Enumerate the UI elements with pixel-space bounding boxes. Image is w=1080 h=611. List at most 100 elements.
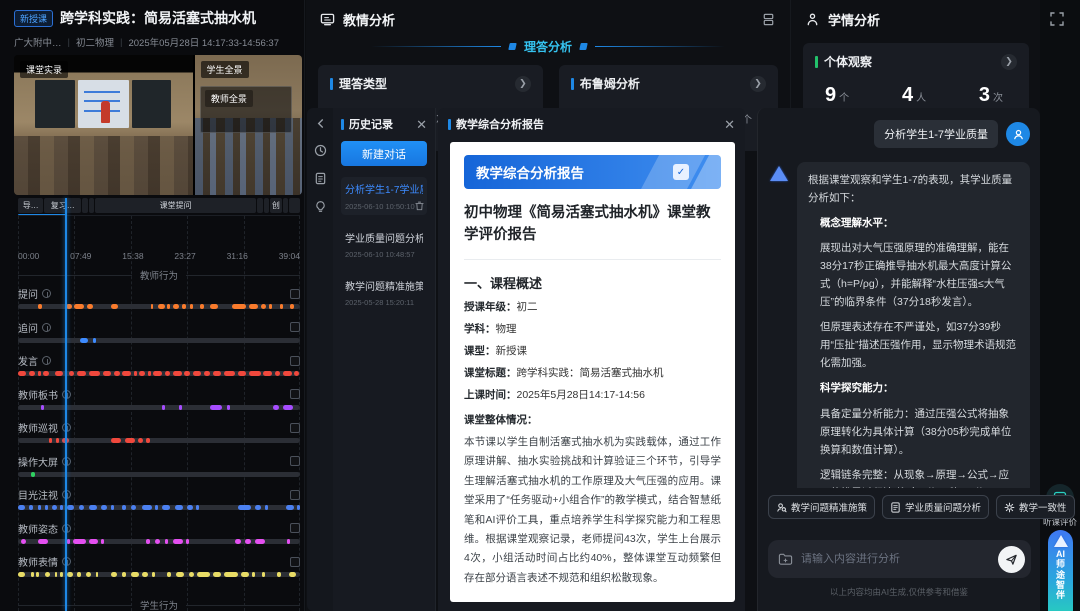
- chevron-right-icon[interactable]: ❯: [750, 76, 766, 92]
- segment-intro[interactable]: 导…: [18, 198, 43, 213]
- behavior-checkbox[interactable]: [290, 456, 300, 466]
- segment-small[interactable]: [283, 198, 289, 213]
- segment-small[interactable]: [89, 198, 95, 213]
- info-icon[interactable]: [42, 323, 51, 332]
- behavior-segment: [186, 539, 189, 544]
- segment-small[interactable]: [289, 198, 300, 213]
- behavior-track[interactable]: [18, 539, 300, 544]
- behavior-segment: [261, 304, 267, 309]
- behavior-label: 教师板书: [18, 387, 58, 402]
- metric-value: 9: [825, 84, 836, 107]
- segment-review[interactable]: 复习…: [44, 198, 81, 213]
- behavior-segment: [167, 572, 170, 577]
- chat-input[interactable]: [801, 553, 990, 565]
- behavior-checkbox[interactable]: [290, 356, 300, 366]
- segment-questioning[interactable]: 课堂提问: [95, 198, 256, 213]
- school-name: 广大附中…: [14, 35, 62, 49]
- teaching-analysis-icon: [320, 12, 335, 27]
- behavior-track[interactable]: [18, 505, 300, 510]
- history-item[interactable]: 学业质量问题分析 2025-06-10 10:48:57: [341, 226, 427, 263]
- behavior-track[interactable]: [18, 405, 300, 410]
- chip-teaching-strategy[interactable]: 教学问题精准施策: [768, 495, 875, 519]
- behavior-checkbox[interactable]: [290, 490, 300, 500]
- chat-scroll-area[interactable]: 分析学生1-7学业质量 根据课堂观察和学生1-7的表现，其学业质量分析如下： 概…: [768, 120, 1030, 488]
- report-doc-icon[interactable]: [314, 172, 327, 185]
- chevron-right-icon[interactable]: ❯: [1001, 54, 1017, 70]
- behavior-segment: [210, 405, 223, 410]
- fullscreen-button[interactable]: [1046, 8, 1068, 30]
- ai-assistant-button[interactable]: AI师途智伴: [1048, 530, 1073, 611]
- layout-switch-icon[interactable]: [761, 12, 776, 27]
- behavior-segment: [43, 371, 49, 376]
- tab-label[interactable]: 理答分析: [524, 38, 572, 55]
- behavior-track[interactable]: [18, 472, 300, 477]
- behavior-row-speech: 发言: [18, 354, 300, 388]
- behavior-track[interactable]: [18, 371, 300, 376]
- segment-small[interactable]: [82, 198, 88, 213]
- segment-small[interactable]: [257, 198, 263, 213]
- report-document[interactable]: 教学综合分析报告 ✓ 初中物理《简易活塞式抽水机》课堂教学评价报告 一、课程概述…: [450, 142, 735, 602]
- behavior-segment: [38, 539, 48, 544]
- new-chat-button[interactable]: 新建对话: [341, 141, 427, 166]
- behavior-checkbox[interactable]: [290, 289, 300, 299]
- history-clock-icon[interactable]: [314, 144, 327, 157]
- close-icon[interactable]: ✕: [416, 118, 427, 131]
- behavior-checkbox[interactable]: [290, 322, 300, 332]
- behavior-segment: [148, 371, 151, 376]
- behavior-checkbox[interactable]: [290, 523, 300, 533]
- behavior-segment: [56, 438, 59, 443]
- metric-unit: 人: [916, 89, 926, 104]
- behavior-track[interactable]: [18, 304, 300, 309]
- behavior-checkbox[interactable]: [290, 557, 300, 567]
- close-icon[interactable]: ✕: [724, 118, 735, 131]
- behavior-segment: [249, 304, 257, 309]
- behavior-segment: [89, 505, 97, 510]
- info-icon[interactable]: [42, 356, 51, 365]
- behavior-track[interactable]: [18, 338, 300, 343]
- lesson-segment-bar[interactable]: 导… 复习… 课堂提问 创: [18, 198, 300, 213]
- history-item[interactable]: 分析学生1-7学业质量 2025-06-10 10:50:10: [341, 177, 427, 215]
- behavior-segment: [134, 371, 137, 376]
- behavior-segment: [173, 371, 181, 376]
- folder-add-icon[interactable]: [778, 552, 793, 566]
- report-overview-label: 课堂整体情况：: [464, 412, 721, 427]
- behavior-segment: [255, 505, 261, 510]
- video-students[interactable]: 教师全景 学生全景: [195, 55, 302, 195]
- behavior-track[interactable]: [18, 572, 300, 577]
- behavior-segment: [122, 572, 125, 577]
- collapse-left-icon[interactable]: [315, 118, 326, 129]
- behavior-segment: [111, 304, 118, 309]
- segment-create[interactable]: 创: [270, 198, 281, 213]
- chevron-right-icon[interactable]: ❯: [515, 76, 531, 92]
- behavior-segment: [297, 505, 300, 510]
- ai-chat-panel: 分析学生1-7学业质量 根据课堂观察和学生1-7的表现，其学业质量分析如下： 概…: [757, 108, 1040, 611]
- behavior-segment: [29, 371, 35, 376]
- idea-bulb-icon[interactable]: [314, 200, 327, 213]
- info-icon[interactable]: [42, 289, 51, 298]
- behavior-segment: [45, 572, 51, 577]
- send-button[interactable]: [998, 546, 1025, 573]
- history-item[interactable]: 教学问题精准施策 2025-05-28 15:20:11: [341, 274, 427, 311]
- behavior-segment: [79, 505, 85, 510]
- behavior-segment: [210, 304, 218, 309]
- behavior-segment: [89, 539, 99, 544]
- video-player[interactable]: 课堂实录 教师全景 学生全景: [14, 55, 302, 195]
- video-classroom[interactable]: 课堂实录: [14, 55, 193, 195]
- video-teacher-pip[interactable]: 教师全景: [200, 86, 292, 134]
- tab-lida-analysis[interactable]: 理答分析: [306, 35, 790, 57]
- behavior-track[interactable]: [18, 438, 300, 443]
- timeline-playhead[interactable]: [65, 198, 67, 611]
- trash-icon[interactable]: [415, 201, 424, 211]
- student-analysis-title: 学情分析: [828, 10, 880, 29]
- report-field: 课型：新授课: [464, 343, 721, 358]
- ai-message: 根据课堂观察和学生1-7的表现，其学业质量分析如下： 概念理解水平： 展现出对大…: [797, 162, 1030, 488]
- behavior-checkbox[interactable]: [290, 389, 300, 399]
- behavior-checkbox[interactable]: [290, 423, 300, 433]
- history-item-date: 2025-06-10 10:48:57: [345, 250, 415, 259]
- behavior-segment: [18, 505, 25, 510]
- chip-teaching-consistency[interactable]: 教学一致性: [996, 495, 1075, 519]
- metric-unit: 个: [839, 89, 849, 104]
- segment-small[interactable]: [264, 198, 270, 213]
- chip-quality-analysis[interactable]: 学业质量问题分析: [882, 495, 989, 519]
- behavior-segment: [190, 304, 193, 309]
